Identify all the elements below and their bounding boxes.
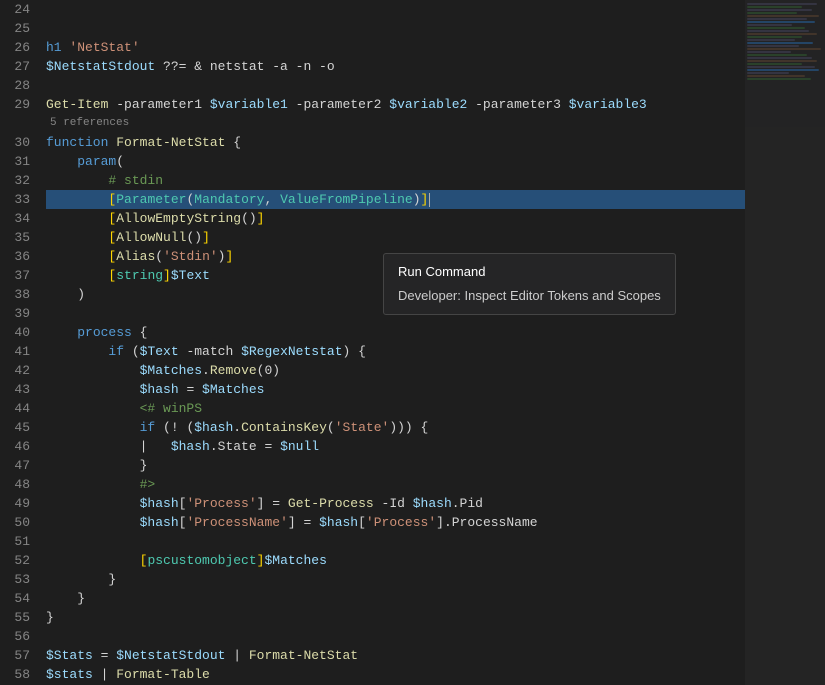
code-line-43: $hash = $Matches [46,380,745,399]
keyword-h1: h1 [46,38,62,57]
code-line-56 [46,627,745,646]
code-line-41: if ($Text -match $RegexNetstat) { [46,342,745,361]
code-line-49: $hash['Process'] = Get-Process -Id $hash… [46,494,745,513]
code-line-24 [46,0,745,19]
code-line-32: # stdin [46,171,745,190]
code-line-30: function Format-NetStat { [46,133,745,152]
code-line-47: } [46,456,745,475]
code-line-35: [AllowNull()] [46,228,745,247]
code-line-48: #> [46,475,745,494]
code-line-57: $Stats = $NetstatStdout | Format-NetStat [46,646,745,665]
code-line-55: } [46,608,745,627]
code-line-46: | $hash.State = $null [46,437,745,456]
line-numbers: 24 25 26 27 28 29 · 30 31 32 33 34 35 36… [0,0,38,685]
code-line-52: [pscustomobject]$Matches [46,551,745,570]
code-references: 5 references [50,114,745,133]
code-line-27: $NetstatStdout ??= & netstat -a -n -o [46,57,745,76]
context-menu[interactable]: Run Command Developer: Inspect Editor To… [383,253,676,315]
code-line-25 [46,19,745,38]
code-line-31: param( [46,152,745,171]
string-netstat: 'NetStat' [69,38,139,57]
code-line-26: h1 'NetStat' [46,38,745,57]
code-line-45: if (! ($hash.ContainsKey('State'))) { [46,418,745,437]
code-line-58: $stats | Format-Table [46,665,745,684]
text-cursor [429,193,430,207]
code-line-29: Get-Item -parameter1 $variable1 -paramet… [46,95,745,114]
run-command-menu-item[interactable]: Run Command [394,260,665,284]
code-line-44: <# winPS [46,399,745,418]
code-line-33: [Parameter(Mandatory, ValueFromPipeline)… [46,190,745,209]
code-line-42: $Matches.Remove(0) [46,361,745,380]
code-line-53: } [46,570,745,589]
minimap [745,0,825,685]
code-line-40: process { [46,323,745,342]
editor-container: 24 25 26 27 28 29 · 30 31 32 33 34 35 36… [0,0,825,685]
code-line-50: $hash['ProcessName'] = $hash['Process'].… [46,513,745,532]
code-area[interactable]: h1 'NetStat' $NetstatStdout ??= & netsta… [38,0,745,685]
code-line-54: } [46,589,745,608]
code-line-51 [46,532,745,551]
code-line-28 [46,76,745,95]
code-line-34: [AllowEmptyString()] [46,209,745,228]
inspect-tokens-menu-item[interactable]: Developer: Inspect Editor Tokens and Sco… [394,284,665,308]
